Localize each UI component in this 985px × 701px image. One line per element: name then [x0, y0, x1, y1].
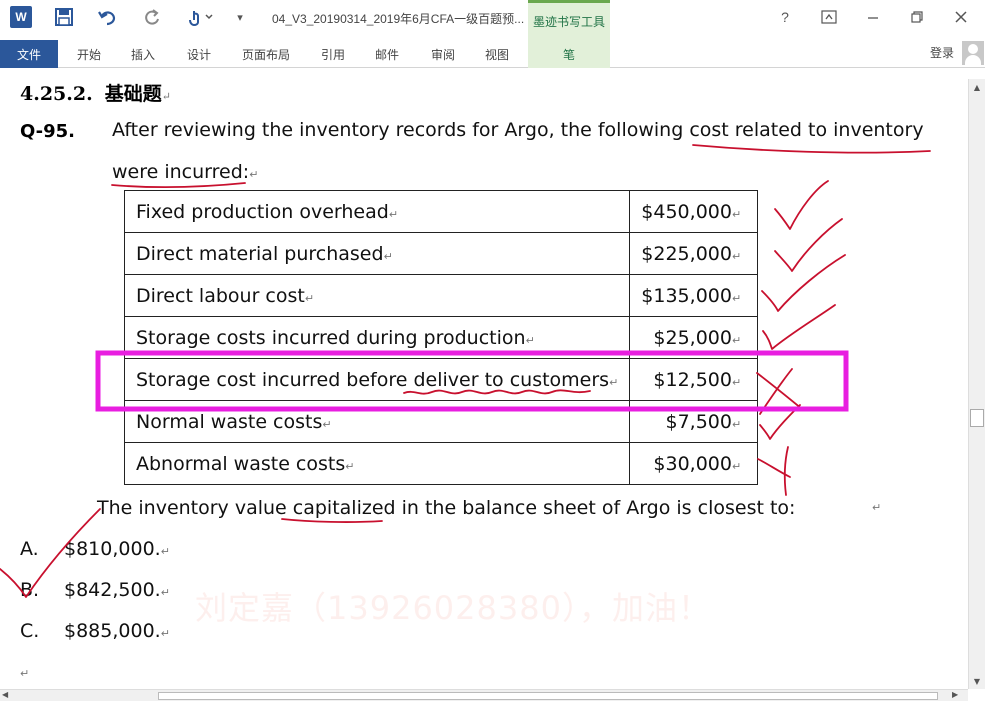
avatar[interactable] [962, 41, 984, 65]
cross-mark-icon [756, 372, 803, 410]
tab-review[interactable]: 审阅 [418, 40, 468, 68]
checkmark-icon [774, 180, 829, 230]
underline-stroke [692, 144, 931, 154]
document-title: 04_V3_20190314_2019年6月CFA一级百题预... [272, 12, 525, 26]
touch-mode-icon [189, 11, 213, 26]
ink-annotations [0, 144, 931, 598]
tab-mailings[interactable]: 邮件 [362, 40, 412, 68]
tab-home[interactable]: 开始 [64, 40, 114, 68]
checkmark-icon [0, 508, 101, 598]
redo-icon [145, 9, 159, 25]
checkmark-icon [761, 254, 846, 312]
undo-button[interactable] [96, 6, 120, 28]
scroll-left-icon[interactable]: ◀ [2, 690, 8, 699]
context-tab-title: 墨迹书写工具 [528, 0, 610, 40]
ribbon-display-options-button[interactable] [814, 6, 844, 28]
squiggle-underline [403, 389, 591, 395]
ribbon-display-options-icon [821, 10, 837, 24]
save-button[interactable] [52, 6, 76, 28]
scroll-thumb[interactable] [970, 409, 984, 427]
cross-mark-icon [783, 446, 789, 496]
tab-insert[interactable]: 插入 [118, 40, 168, 68]
close-button[interactable] [946, 6, 976, 28]
login-link[interactable]: 登录 [930, 44, 954, 61]
minimize-icon [868, 17, 878, 19]
title-bar: W ▾ 04_V3_20190314_2019年6月CFA一级百题预... 墨迹… [0, 0, 985, 40]
word-app-icon[interactable]: W [10, 6, 32, 28]
touch-mode-button[interactable] [186, 6, 216, 28]
highlight-box [95, 350, 849, 412]
tab-page-layout[interactable]: 页面布局 [234, 40, 298, 68]
checkmark-icon [762, 304, 836, 350]
tab-design[interactable]: 设计 [174, 40, 224, 68]
scroll-right-icon[interactable]: ▶ [952, 690, 958, 699]
scroll-thumb[interactable] [158, 692, 938, 700]
save-icon [55, 8, 73, 26]
vertical-scrollbar[interactable]: ▲ ▼ [968, 79, 985, 689]
tab-file[interactable]: 文件 [0, 40, 58, 68]
undo-icon [98, 11, 116, 26]
customize-qat-icon[interactable]: ▾ [232, 6, 248, 28]
close-icon [955, 11, 967, 23]
underline-stroke [111, 182, 246, 189]
underline-stroke [281, 518, 383, 523]
tab-references[interactable]: 引用 [308, 40, 358, 68]
tab-view[interactable]: 视图 [472, 40, 522, 68]
minimize-button[interactable] [858, 6, 888, 28]
tab-pen[interactable]: 笔 [528, 40, 610, 68]
document-page[interactable]: 4.25.2. 基础题↵ Q-95. After reviewing the in… [0, 69, 968, 689]
restore-button[interactable] [902, 6, 932, 28]
restore-icon [911, 11, 923, 23]
ribbon-tab-bar: 文件 开始 插入 设计 页面布局 引用 邮件 审阅 视图 笔 登录 [0, 40, 985, 68]
scroll-up-icon[interactable]: ▲ [969, 79, 985, 95]
horizontal-scrollbar[interactable]: ◀ ▶ [0, 689, 968, 701]
redo-button[interactable] [140, 6, 164, 28]
scroll-down-icon[interactable]: ▼ [969, 673, 985, 689]
help-button[interactable]: ? [770, 6, 800, 28]
